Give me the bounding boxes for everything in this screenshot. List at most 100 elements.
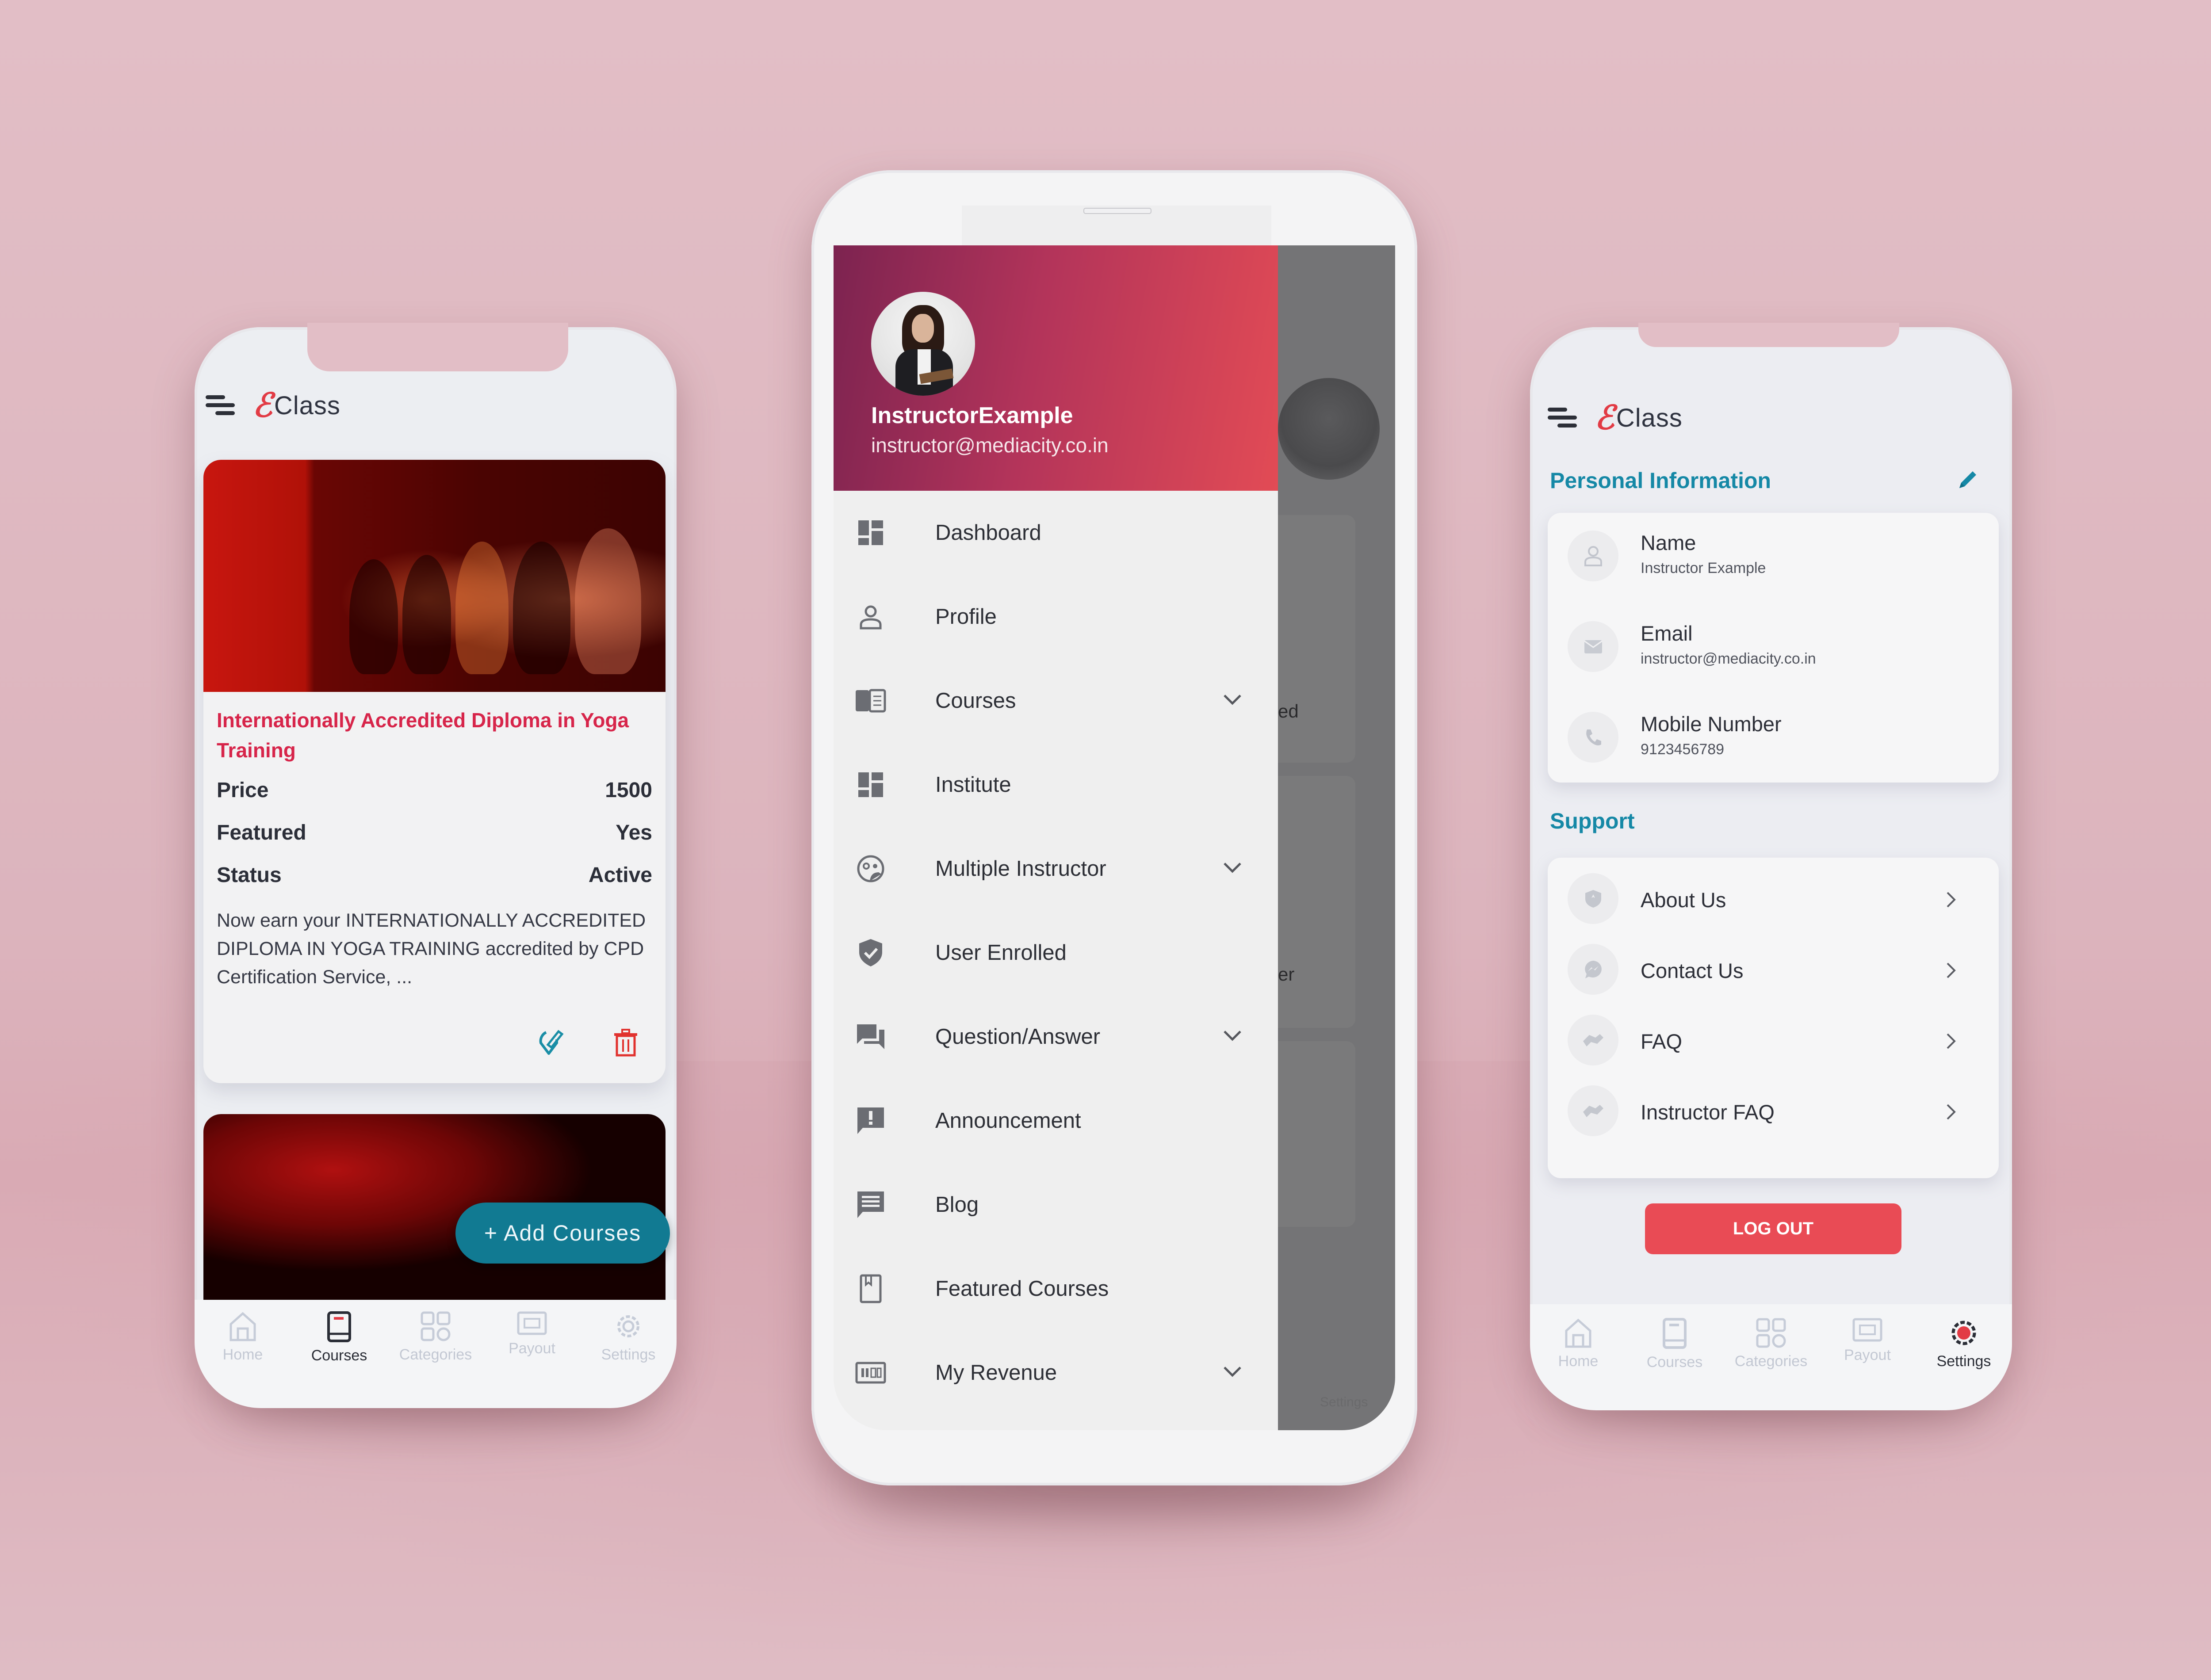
eclass-logo: ℰ Class	[252, 389, 340, 422]
bottom-nav: Home Courses Categories Payout Settings	[195, 1300, 677, 1408]
nav-payout[interactable]: Payout	[1819, 1317, 1916, 1364]
payout-icon	[517, 1311, 547, 1335]
menu-label: My Revenue	[935, 1361, 1057, 1385]
app-bar: ℰ Class	[1548, 401, 1683, 434]
menu-item-institute[interactable]: Institute	[834, 743, 1278, 827]
chevron-right-icon	[1946, 1103, 1956, 1123]
nav-label: Home	[1558, 1353, 1599, 1370]
app-bar: ℰ Class	[206, 389, 340, 422]
background-avatar	[1278, 378, 1380, 480]
info-label: Email	[1641, 622, 1693, 645]
nav-payout[interactable]: Payout	[484, 1311, 580, 1357]
scrim-overlay[interactable]: ed er Settings	[1278, 245, 1395, 1430]
status-row: Status Active	[217, 863, 652, 887]
nav-label: Settings	[1936, 1353, 1991, 1370]
book-open-icon	[855, 685, 887, 717]
support-item-contact-us[interactable]: Contact Us	[1548, 944, 1999, 1001]
nav-settings[interactable]: Settings	[580, 1311, 677, 1363]
nav-settings[interactable]: Settings	[1916, 1317, 2012, 1370]
messenger-icon	[1568, 944, 1618, 995]
bottom-nav: Home Courses Categories Payout Settings	[1530, 1304, 2012, 1410]
phone-icon	[1568, 712, 1618, 763]
menu-label: Announcement	[935, 1109, 1081, 1133]
chevron-right-icon	[1946, 1032, 1956, 1052]
personal-information-title: Personal Information	[1550, 468, 1771, 493]
edit-icon[interactable]	[536, 1028, 564, 1057]
courses-phone: ℰ Class Internationally Accredited Diplo…	[195, 323, 677, 1408]
dashboard-icon	[855, 517, 887, 549]
menu-label: Dashboard	[935, 521, 1041, 545]
handshake-icon	[1568, 1015, 1618, 1065]
info-row-mobile: Mobile Number 9123456789	[1548, 712, 1999, 778]
settings-phone: ℰ Class Personal Information Name Instru…	[1530, 323, 2012, 1410]
trash-icon[interactable]	[612, 1028, 639, 1057]
info-label: Mobile Number	[1641, 712, 1782, 736]
support-title: Support	[1550, 809, 1635, 833]
background-nav-label: Settings	[1320, 1395, 1368, 1409]
navigation-drawer: InstructorExample instructor@mediacity.c…	[834, 245, 1278, 1430]
nav-courses[interactable]: Courses	[1626, 1317, 1723, 1371]
nav-courses[interactable]: Courses	[291, 1311, 387, 1364]
chevron-down-icon[interactable]	[1223, 694, 1242, 708]
support-item-about-us[interactable]: About Us	[1548, 873, 1999, 931]
menu-item-profile[interactable]: Profile	[834, 575, 1278, 659]
info-value: instructor@mediacity.co.in	[1641, 650, 1816, 667]
support-label: About Us	[1641, 888, 1726, 912]
info-row-name: Name Instructor Example	[1548, 531, 1999, 597]
nav-label: Payout	[509, 1340, 555, 1357]
chevron-down-icon[interactable]	[1223, 862, 1242, 876]
nav-home[interactable]: Home	[1530, 1317, 1626, 1370]
chevron-down-icon[interactable]	[1223, 1030, 1242, 1044]
menu-item-user-enrolled[interactable]: User Enrolled	[834, 911, 1278, 995]
drawer-menu: Dashboard Profile Courses Institute Mult…	[834, 491, 1278, 1415]
course-title[interactable]: Internationally Accredited Diploma in Yo…	[217, 705, 641, 765]
logout-button[interactable]: LOG OUT	[1645, 1203, 1901, 1254]
menu-item-announcement[interactable]: Announcement	[834, 1079, 1278, 1163]
menu-item-question-answer[interactable]: Question/Answer	[834, 995, 1278, 1079]
chat-icon	[855, 1021, 887, 1053]
support-label: Contact Us	[1641, 959, 1744, 982]
logo-text: Class	[1616, 403, 1683, 432]
info-row-email: Email instructor@mediacity.co.in	[1548, 621, 1999, 687]
menu-item-blog[interactable]: Blog	[834, 1163, 1278, 1247]
menu-item-featured-courses[interactable]: Featured Courses	[834, 1247, 1278, 1331]
info-value: Instructor Example	[1641, 560, 1766, 577]
chevron-down-icon[interactable]	[1223, 1366, 1242, 1380]
featured-value: Yes	[616, 821, 652, 844]
personal-info-card: Name Instructor Example Email instructor…	[1548, 513, 1999, 783]
course-description: Now earn your INTERNATIONALLY ACCREDITED…	[217, 910, 646, 988]
menu-item-courses[interactable]: Courses	[834, 659, 1278, 743]
gear-icon	[1951, 1321, 1976, 1345]
avatar[interactable]	[871, 292, 975, 396]
support-item-faq[interactable]: FAQ	[1548, 1015, 1999, 1072]
nav-label: Settings	[601, 1346, 656, 1363]
menu-item-my-revenue[interactable]: My Revenue	[834, 1331, 1278, 1415]
drawer-header: InstructorExample instructor@mediacity.c…	[834, 245, 1278, 491]
edit-pencil-icon[interactable]	[1957, 469, 1979, 493]
grid-icon	[1756, 1318, 1786, 1348]
nav-label: Categories	[399, 1346, 472, 1363]
logo-text: Class	[274, 391, 340, 420]
menu-label: Multiple Instructor	[935, 857, 1106, 881]
background-text: ed	[1278, 701, 1299, 722]
nav-categories[interactable]: Categories	[1723, 1317, 1819, 1370]
person-icon	[1568, 531, 1618, 581]
menu-icon[interactable]	[206, 394, 235, 416]
menu-item-dashboard[interactable]: Dashboard	[834, 491, 1278, 575]
phone-notch	[307, 323, 568, 371]
logo-mark: ℰ	[252, 386, 272, 424]
nav-categories[interactable]: Categories	[387, 1311, 484, 1363]
nav-label: Home	[222, 1346, 263, 1363]
eclass-logo: ℰ Class	[1595, 401, 1683, 434]
add-courses-button[interactable]: + Add Courses	[455, 1203, 670, 1264]
dashboard-icon	[855, 769, 887, 801]
background-card	[1278, 515, 1355, 763]
support-item-instructor-faq[interactable]: Instructor FAQ	[1548, 1085, 1999, 1143]
chevron-right-icon	[1946, 891, 1956, 910]
course-card[interactable]: Internationally Accredited Diploma in Yo…	[203, 460, 666, 1083]
payout-icon	[1852, 1318, 1882, 1342]
menu-icon[interactable]	[1548, 407, 1577, 429]
background-card	[1278, 776, 1355, 1028]
menu-item-multiple-instructor[interactable]: Multiple Instructor	[834, 827, 1278, 911]
nav-home[interactable]: Home	[195, 1311, 291, 1363]
